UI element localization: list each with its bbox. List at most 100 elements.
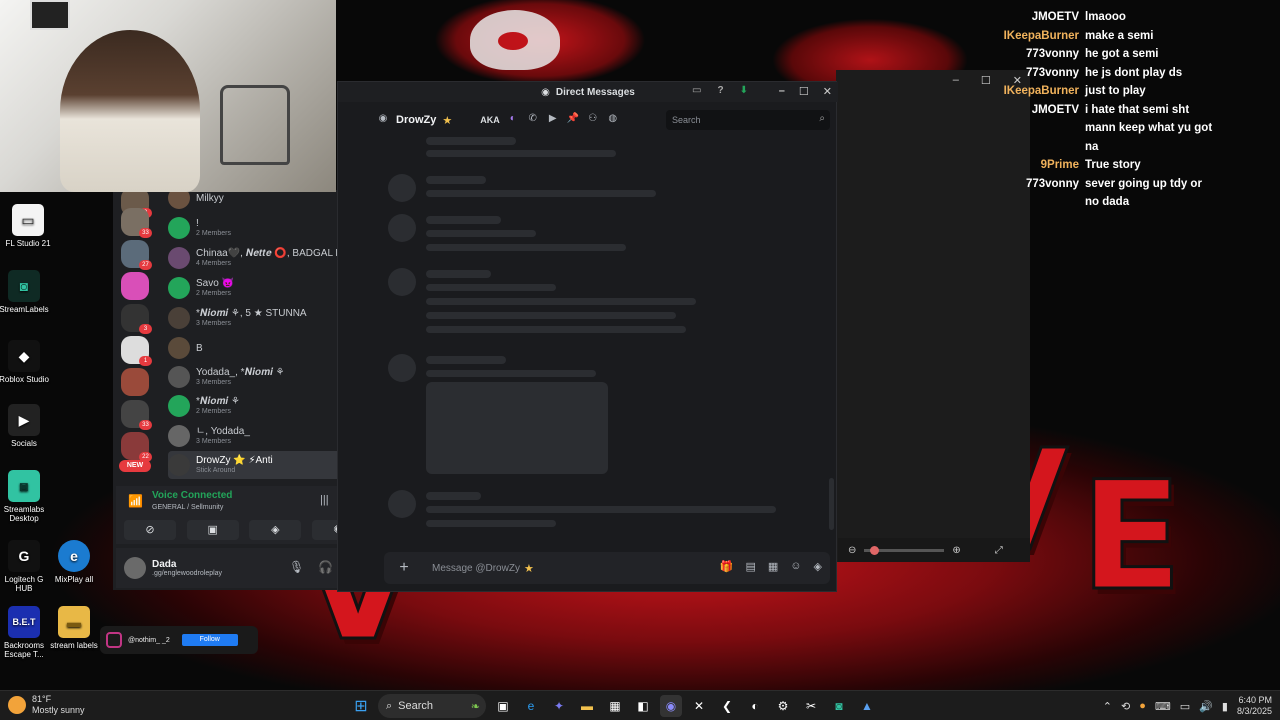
zoom-out-icon[interactable]: ⊖: [848, 545, 856, 556]
wall-frame: [30, 0, 70, 30]
maximize-icon[interactable]: ☐: [981, 74, 991, 87]
volume-icon[interactable]: 🔊: [1199, 700, 1213, 713]
search-input[interactable]: Search ⌕: [666, 110, 830, 130]
stream-chat-overlay: JMOETV lmaooo IKeepaBurner make a semi 773vo…: [995, 8, 1275, 212]
zoom-slider-thumb[interactable]: [870, 545, 880, 555]
screen-share-icon[interactable]: ▣: [186, 520, 239, 540]
weather-widget[interactable]: 81°F Mostly sunny: [8, 694, 85, 716]
loading-avatar: [388, 268, 416, 296]
camera-off-icon[interactable]: ⊘: [124, 520, 176, 540]
desktop-icon-backrooms[interactable]: B.E.T Backrooms Escape T...: [0, 606, 52, 659]
avatar[interactable]: [124, 557, 146, 579]
server-icon[interactable]: [121, 272, 149, 300]
server-icon[interactable]: [121, 368, 149, 396]
zoom-in-icon[interactable]: ⊕: [952, 545, 960, 556]
server-icon[interactable]: 33: [121, 208, 152, 238]
steam-icon[interactable]: ◐: [744, 695, 766, 717]
chevron-up-icon[interactable]: ⌃: [1103, 700, 1112, 713]
activity-icon[interactable]: ◈: [249, 520, 302, 540]
gif-icon[interactable]: ▤: [745, 560, 755, 573]
pin-icon[interactable]: 📌: [566, 113, 580, 127]
loading-skeleton: [426, 176, 486, 184]
close-icon[interactable]: ✕: [823, 85, 832, 98]
user-name: Dada: [152, 559, 177, 570]
aka-label[interactable]: AKA: [480, 115, 500, 125]
chat-username: 773vonny: [1025, 48, 1079, 60]
video-call-icon[interactable]: ▶: [546, 113, 560, 127]
network-icon[interactable]: ▭: [1180, 700, 1190, 713]
xbox-icon[interactable]: ✕: [688, 695, 710, 717]
desktop-icon-streamlabels[interactable]: ◙ StreamLabels: [0, 270, 52, 314]
store-icon[interactable]: ▦: [604, 695, 626, 717]
settings-icon[interactable]: ⚙: [772, 695, 794, 717]
apps-icon[interactable]: ◈: [814, 560, 822, 573]
desktop-icon-mixplay[interactable]: e MixPlay all: [46, 540, 102, 584]
help-icon[interactable]: ?: [718, 85, 724, 96]
chat-message: JMOETV lmaooo: [995, 8, 1275, 27]
download-icon[interactable]: ⬇: [740, 85, 748, 96]
voice-status[interactable]: Voice Connected: [152, 490, 232, 501]
edge-icon[interactable]: e: [520, 695, 542, 717]
chat-text: he got a semi: [1085, 48, 1159, 60]
follow-button[interactable]: Follow: [181, 634, 238, 646]
message-input[interactable]: Message @DrowZy: [432, 563, 520, 574]
chat-username: IKeepaBurner: [1003, 29, 1079, 42]
server-icon[interactable]: 1: [121, 336, 152, 366]
chat-text: he js dont play ds: [1085, 66, 1183, 79]
mic-icon[interactable]: ●: [1139, 700, 1146, 712]
maximize-icon[interactable]: ☐: [799, 85, 809, 98]
copilot-icon[interactable]: ✦: [548, 695, 570, 717]
snipping-icon[interactable]: ✂: [800, 695, 822, 717]
gift-icon[interactable]: 🎁: [720, 560, 734, 573]
zoom-slider[interactable]: [864, 545, 945, 555]
microphone-icon[interactable]: 🎙: [289, 560, 304, 574]
taskbar-search[interactable]: ⌕ Search ❧: [378, 694, 486, 718]
back-icon[interactable]: ❮: [716, 695, 738, 717]
streamlabs-icon[interactable]: ◙: [828, 695, 850, 717]
scrollbar[interactable]: [829, 478, 834, 530]
voice-call-icon[interactable]: ✆: [526, 113, 540, 127]
desktop-icon-socials[interactable]: ▶ Socials: [0, 404, 52, 448]
logitech-icon: G: [8, 540, 40, 572]
loading-skeleton: [426, 244, 626, 251]
headphones-icon[interactable]: 🎧: [318, 560, 333, 574]
discord-icon[interactable]: ◉: [660, 695, 682, 717]
desktop-icon-roblox-studio[interactable]: ◆ Roblox Studio: [0, 340, 52, 384]
sticker-icon[interactable]: ▦: [768, 560, 778, 573]
fullscreen-icon[interactable]: ⤢: [995, 545, 1003, 556]
noise-suppression-icon[interactable]: |||: [320, 494, 329, 506]
start-icon[interactable]: ⊞: [350, 695, 372, 717]
nitro-icon[interactable]: ◐: [506, 113, 520, 127]
minimize-icon[interactable]: –: [953, 74, 959, 87]
desktop-icon-stream-labels-folder[interactable]: ▬ stream labels: [46, 606, 102, 650]
user-panel: Dada .gg/englewoodroleplay 🎙 🎧 ⚙: [116, 548, 372, 588]
attach-plus-icon[interactable]: +: [392, 556, 416, 580]
wallpaper-skull: [470, 10, 560, 70]
app-icon[interactable]: ◧: [632, 695, 654, 717]
desktop-icon-fl-studio[interactable]: ▭ FL Studio 21: [0, 204, 56, 248]
battery-icon[interactable]: ▮: [1222, 700, 1228, 713]
message-composer[interactable]: + Message @DrowZy ★ 🎁 ▤ ▦ ☺ ◈: [384, 552, 830, 584]
minimize-icon[interactable]: –: [779, 85, 785, 98]
play-icon: ▶: [8, 404, 40, 436]
profile-icon[interactable]: ◍: [606, 113, 620, 127]
inbox-icon[interactable]: ▭: [692, 85, 701, 96]
server-icon[interactable]: 27: [121, 240, 152, 270]
chat-text: just to play: [1085, 85, 1146, 97]
server-icon[interactable]: 22: [121, 432, 152, 462]
server-icon[interactable]: 3: [121, 304, 152, 334]
file-explorer-icon[interactable]: ▬: [576, 695, 598, 717]
task-view-icon[interactable]: ▣: [492, 695, 514, 717]
server-icon[interactable]: 33: [121, 400, 152, 430]
voice-channel[interactable]: GENERAL / Sellmunity: [152, 504, 223, 511]
photos-icon[interactable]: ▲: [856, 695, 878, 717]
sync-icon[interactable]: ⟲: [1121, 700, 1130, 713]
emoji-icon[interactable]: ☺: [790, 560, 801, 573]
zoom-bar: ⊖ ⊕ ⤢: [838, 538, 1030, 562]
keyboard-icon[interactable]: ⌨: [1155, 700, 1171, 713]
loading-skeleton: [426, 137, 516, 145]
desktop-icon-streamlabs-desktop[interactable]: ◙ Streamlabs Desktop: [0, 470, 52, 523]
clock[interactable]: 6:40 PM 8/3/2025: [1237, 695, 1272, 717]
desktop-icon-logitech-g-hub[interactable]: G Logitech G HUB: [0, 540, 52, 593]
add-friend-icon[interactable]: ⚇: [586, 113, 600, 127]
